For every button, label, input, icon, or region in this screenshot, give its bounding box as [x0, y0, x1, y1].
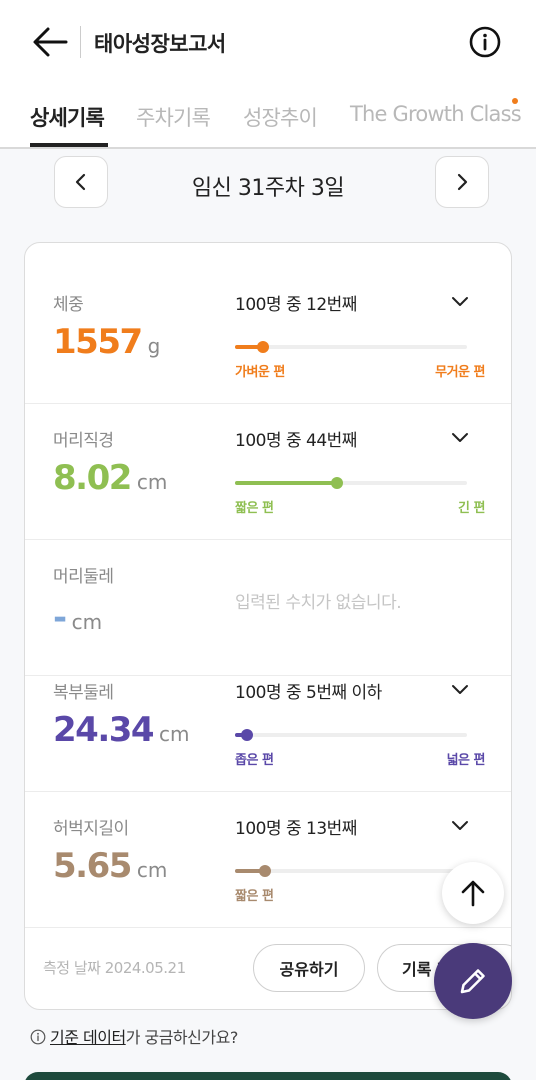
- bottom-action-bar[interactable]: [24, 1072, 512, 1080]
- arrow-left-icon: [33, 27, 68, 57]
- measurement-value: 5.65 cm: [53, 846, 167, 886]
- value-number: 24.34: [53, 710, 155, 750]
- rank-text: 100명 중 5번째 이하: [235, 683, 382, 703]
- value-unit: g: [147, 334, 161, 358]
- percentile-knob: [256, 341, 269, 353]
- chevron-down-icon[interactable]: [451, 820, 469, 832]
- share-button[interactable]: 공유하기: [253, 944, 365, 992]
- help-text: 가 궁금하신가요?: [125, 1028, 239, 1047]
- info-circle-icon: [30, 1029, 46, 1045]
- scale-left-label: 좁은 편: [235, 753, 274, 768]
- chevron-down-icon[interactable]: [451, 684, 469, 696]
- percentile-knob: [259, 865, 272, 877]
- scroll-to-top-button[interactable]: [442, 862, 504, 924]
- measurement-card: 체중 1557 g 100명 중 12번째 가벼운 편 무거운 편 머리직경 8.…: [24, 242, 512, 1010]
- percentile-fill: [235, 481, 338, 485]
- percentile-track: [235, 865, 467, 877]
- measurement-row-head-diameter: 머리직경 8.02 cm 100명 중 44번째 짧은 편 긴 편: [25, 404, 511, 540]
- chevron-down-icon[interactable]: [451, 432, 469, 444]
- measurement-label: 머리직경: [53, 431, 114, 451]
- new-badge-dot: [512, 98, 518, 104]
- tab-growth-class[interactable]: The Growth Class: [350, 102, 522, 126]
- reference-data-link[interactable]: 기준 데이터: [50, 1028, 126, 1047]
- measurement-label: 머리둘레: [53, 567, 114, 587]
- value-unit: cm: [71, 610, 103, 634]
- empty-value-message: 입력된 수치가 없습니다.: [235, 593, 402, 613]
- measurement-value: 1557 g: [53, 322, 160, 362]
- value-unit: cm: [159, 722, 190, 746]
- tab-detail-record[interactable]: 상세기록: [30, 102, 105, 132]
- next-week-button[interactable]: [435, 156, 489, 208]
- info-circle-icon: [469, 26, 501, 58]
- percentile-knob: [240, 729, 253, 741]
- value-unit: cm: [136, 858, 168, 882]
- measurement-row-abdominal-circumference: 복부둘레 24.34 cm 100명 중 5번째 이하 좁은 편 넓은 편: [25, 656, 511, 792]
- scale-right-label: 긴 편: [458, 501, 485, 516]
- measurement-row-weight: 체중 1557 g 100명 중 12번째 가벼운 편 무거운 편: [25, 268, 511, 404]
- info-button[interactable]: [468, 25, 502, 59]
- header-divider: [80, 26, 81, 58]
- value-unit: cm: [136, 470, 168, 494]
- value-number: 8.02: [53, 458, 132, 498]
- measurement-value: - cm: [53, 598, 102, 638]
- scale-right-label: 넓은 편: [446, 753, 486, 768]
- scale-left-label: 가벼운 편: [235, 365, 285, 380]
- edit-fab-button[interactable]: [434, 943, 512, 1019]
- measurement-value: 24.34 cm: [53, 710, 190, 750]
- value-number: 5.65: [53, 846, 132, 886]
- percentile-track: [235, 341, 467, 353]
- tab-growth-trend[interactable]: 성장추이: [243, 102, 318, 132]
- page-title: 태아성장보고서: [94, 32, 226, 56]
- reference-data-help: 기준 데이터가 궁금하신가요?: [30, 1024, 238, 1048]
- measurement-value: 8.02 cm: [53, 458, 167, 498]
- app-header: 태아성장보고서: [0, 0, 536, 84]
- measurement-label: 체중: [53, 295, 84, 315]
- rank-text: 100명 중 13번째: [235, 819, 357, 839]
- value-number: -: [53, 598, 67, 638]
- chevron-down-icon[interactable]: [451, 296, 469, 308]
- measurement-label: 허벅지길이: [53, 819, 129, 839]
- tab-bar: 상세기록 주차기록 성장추이 The Growth Class: [0, 84, 536, 149]
- arrow-up-icon: [461, 880, 485, 907]
- scale-left-label: 짧은 편: [235, 889, 274, 904]
- measure-date: 측정 날짜 2024.05.21: [43, 959, 186, 977]
- scale-left-label: 짧은 편: [235, 501, 274, 516]
- week-navigator: 임신 31주차 3일: [0, 150, 536, 220]
- value-number: 1557: [53, 322, 143, 362]
- scale-right-label: 무거운 편: [435, 365, 485, 380]
- pencil-icon: [460, 969, 485, 994]
- percentile-track: [235, 477, 467, 489]
- rank-text: 100명 중 44번째: [235, 431, 357, 451]
- tab-weekly-record[interactable]: 주차기록: [136, 102, 211, 132]
- percentile-track: [235, 729, 467, 741]
- chevron-right-icon: [457, 173, 468, 191]
- back-button[interactable]: [30, 24, 70, 60]
- measurement-row-femur-length: 허벅지길이 5.65cm 100명 중 13번째 짧은 편 긴 편: [25, 792, 511, 928]
- measurement-label: 복부둘레: [53, 683, 114, 703]
- percentile-knob: [331, 477, 344, 489]
- rank-text: 100명 중 12번째: [235, 295, 357, 315]
- active-tab-indicator: [30, 143, 108, 147]
